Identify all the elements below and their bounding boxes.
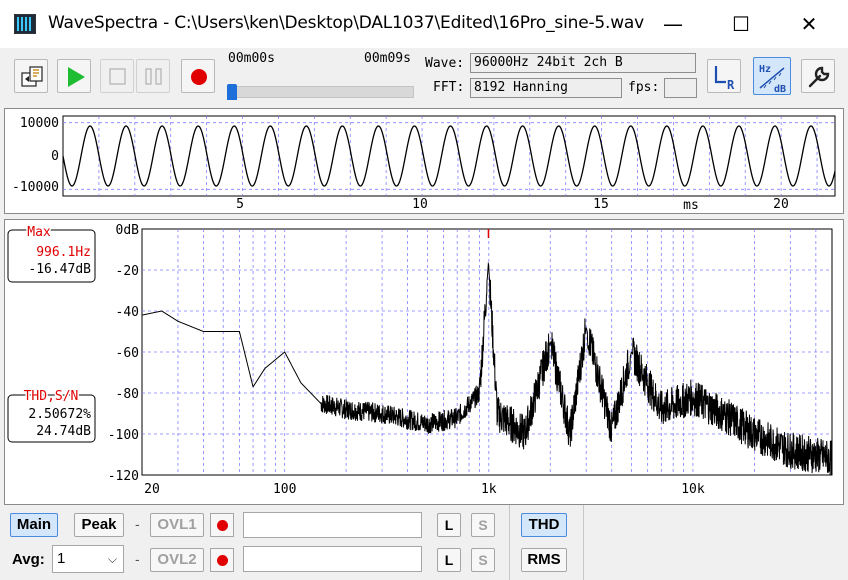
ovl2-load-button[interactable]: L [437, 548, 461, 572]
waveform-panel[interactable]: 10000 0 -10000 5 10 15 20 ms [4, 108, 844, 214]
thd-title: THD,S/N [24, 389, 79, 404]
spectrum-ytick: -60 [116, 346, 139, 361]
ovl1-field[interactable] [243, 512, 422, 538]
seek-track[interactable] [228, 86, 414, 98]
peak-button[interactable]: Peak [74, 513, 124, 537]
wave-xtick-4: 20 [773, 197, 789, 212]
bottom-panel: Main Peak - OVL1 L S Avg: 1 ⌵ - OVL2 L S… [0, 505, 848, 580]
ovl2-button[interactable]: OVL2 [150, 548, 204, 572]
max-frequency: 996.1Hz [36, 245, 91, 260]
thd-button[interactable]: THD [521, 513, 567, 537]
spectrum-xtick: 100 [273, 482, 296, 497]
stop-button[interactable] [100, 59, 134, 93]
wave-ytick-3: -10000 [12, 180, 59, 195]
hz-db-scale-button[interactable]: Hz dB [753, 57, 791, 95]
ovl1-save-button[interactable]: S [471, 513, 495, 537]
open-file-button[interactable] [14, 59, 48, 93]
wave-x-unit: ms [683, 198, 699, 213]
svg-text:Hz: Hz [759, 64, 771, 75]
ovl2-record-button[interactable] [210, 548, 234, 572]
wave-xtick-1: 5 [236, 197, 244, 212]
separator-2 [583, 505, 584, 580]
fps-field [664, 78, 697, 98]
max-level: -16.47dB [28, 262, 91, 277]
app-icon [14, 14, 36, 34]
seek-thumb[interactable] [227, 84, 237, 100]
settings-wrench-icon [808, 66, 830, 88]
maximize-button[interactable]: ☐ [706, 0, 776, 48]
avg-select[interactable]: 1 ⌵ [52, 545, 124, 573]
sn-value: 24.74dB [36, 424, 91, 439]
spectrum-xtick: 10k [681, 482, 705, 497]
spectrum-ytick: -120 [108, 469, 139, 484]
record-button[interactable] [181, 59, 215, 93]
open-file-icon [21, 66, 43, 87]
chevron-down-icon: ⌵ [107, 552, 117, 566]
wave-ytick-1: 10000 [20, 116, 59, 131]
play-icon [68, 67, 85, 87]
ovl1-button[interactable]: OVL1 [150, 513, 204, 537]
toolbar: 00m00s 00m09s Wave: 96000Hz 24bit 2ch B … [0, 48, 848, 104]
spectrum-xtick: 20 [144, 482, 160, 497]
record-icon [191, 69, 207, 85]
svg-text:dB: dB [774, 84, 786, 95]
lr-channel-button[interactable]: R [707, 59, 741, 93]
stop-icon [109, 68, 126, 85]
avg-label: Avg: [12, 551, 45, 568]
thd-value: 2.50672% [28, 407, 91, 422]
hz-db-scale-icon: Hz dB [759, 64, 786, 95]
spectrum-xtick: 1k [481, 482, 497, 497]
ovl2-save-button[interactable]: S [471, 548, 495, 572]
position-start: 00m00s [228, 51, 275, 66]
spectrum-plot: 0dB -20 -40 -60 -80 -100 -120 20 100 1k 10k Max 9… [7, 223, 833, 497]
play-button[interactable] [57, 59, 91, 93]
ovl1-record-button[interactable] [210, 513, 234, 537]
dash-2: - [135, 551, 140, 567]
settings-button[interactable] [801, 59, 835, 93]
spectrum-ytick: -20 [116, 264, 139, 279]
spectrum-ytick: -40 [116, 305, 139, 320]
title-bar: WaveSpectra - C:\Users\ken\Desktop\DAL10… [0, 0, 848, 48]
spectrum-ytick: -100 [108, 428, 139, 443]
lr-channel-icon: R [714, 66, 735, 92]
separator-1 [509, 505, 510, 580]
wave-label: Wave: [425, 56, 465, 71]
fft-label: FFT: [433, 80, 465, 95]
spectrum-panel[interactable]: 0dB -20 -40 -60 -80 -100 -120 20 100 1k 10k Max 9… [4, 219, 844, 505]
window-title: WaveSpectra - C:\Users\ken\Desktop\DAL10… [48, 13, 644, 33]
fft-field: 8192 Hanning [470, 78, 622, 98]
wave-ytick-2: 0 [51, 149, 59, 164]
minimize-button[interactable]: — [638, 0, 708, 48]
dash-1: - [135, 516, 140, 532]
wave-format-field: 96000Hz 24bit 2ch B [470, 53, 696, 73]
max-readout: Max 996.1Hz -16.47dB [7, 224, 96, 283]
svg-text:R: R [727, 78, 735, 92]
wave-xtick-2: 10 [412, 197, 428, 212]
ovl2-field[interactable] [243, 546, 422, 572]
spectrum-ytick: -80 [116, 387, 139, 402]
avg-value: 1 [57, 550, 66, 567]
wave-xtick-3: 15 [593, 197, 609, 212]
pause-button[interactable] [136, 59, 170, 93]
max-title: Max [27, 225, 51, 240]
rms-button[interactable]: RMS [521, 548, 567, 572]
ovl1-load-button[interactable]: L [437, 513, 461, 537]
close-button[interactable]: ✕ [774, 0, 844, 48]
fps-label: fps: [628, 80, 660, 95]
spectrum-ytick: 0dB [116, 223, 140, 238]
main-button[interactable]: Main [10, 513, 58, 537]
thd-readout: THD,S/N 2.50672% 24.74dB [7, 388, 96, 443]
pause-icon [145, 68, 162, 85]
position-end: 00m09s [364, 51, 411, 66]
waveform-plot: 10000 0 -10000 5 10 15 20 ms [12, 115, 836, 213]
